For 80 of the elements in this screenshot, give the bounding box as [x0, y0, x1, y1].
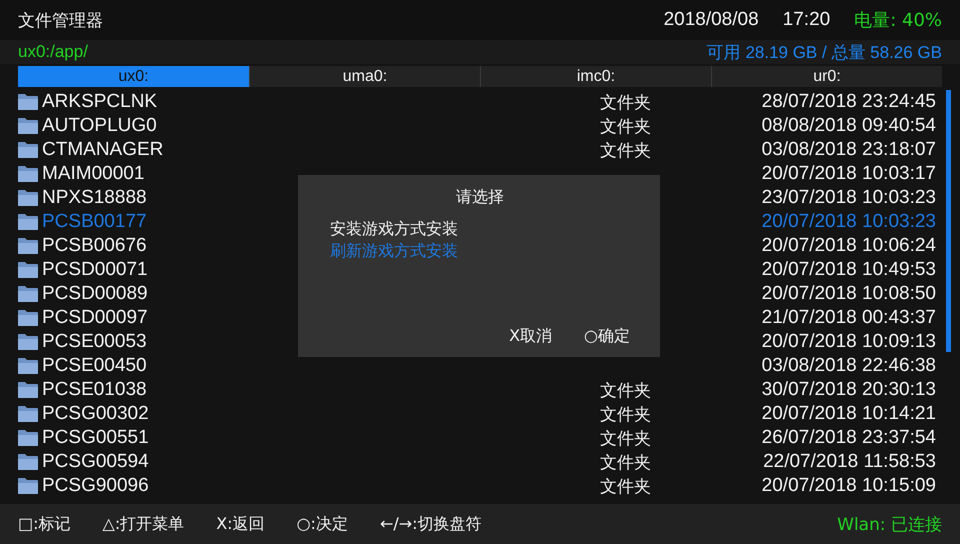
file-date: 21/07/2018 00:43:37 [762, 307, 936, 328]
file-name[interactable]: PCSD00071 [42, 259, 148, 280]
file-name[interactable]: PCSD00089 [42, 283, 148, 304]
folder-icon [18, 358, 38, 374]
dialog-button[interactable]: ○确定 [584, 326, 630, 347]
file-date: 03/08/2018 23:18:07 [762, 139, 936, 160]
file-date: 20/07/2018 10:14:21 [762, 403, 936, 424]
folder-icon [18, 382, 38, 398]
file-name[interactable]: PCSD00097 [42, 307, 148, 328]
battery-text: 电量: 40% [854, 9, 942, 32]
file-date: 03/08/2018 22:46:38 [762, 355, 936, 376]
file-date: 20/07/2018 10:06:24 [762, 235, 936, 256]
file-type: 文件夹 [600, 116, 651, 136]
folder-icon [18, 262, 38, 278]
storage-text: 可用 28.19 GB / 总量 58.26 GB [706, 42, 942, 64]
file-name[interactable]: PCSG00302 [42, 403, 149, 424]
drive-tab[interactable]: ux0: [18, 66, 249, 87]
file-date: 20/07/2018 10:03:17 [762, 163, 936, 184]
date-text: 2018/08/08 [664, 9, 759, 31]
file-name[interactable]: PCSG90096 [42, 475, 149, 496]
file-name[interactable]: PCSE00450 [42, 355, 147, 376]
drive-tab[interactable]: imc0: [480, 66, 711, 87]
dialog-title: 请选择 [455, 187, 505, 208]
folder-icon [18, 310, 38, 326]
file-name[interactable]: MAIM00001 [42, 163, 144, 184]
wlan-status: Wlan: 已连接 [837, 514, 942, 536]
folder-icon [18, 430, 38, 446]
folder-icon [18, 94, 38, 110]
file-date: 20/07/2018 10:08:50 [762, 283, 936, 304]
scrollbar-thumb[interactable] [946, 90, 951, 352]
file-name[interactable]: CTMANAGER [42, 139, 164, 160]
file-name[interactable]: PCSE00053 [42, 331, 147, 352]
folder-icon [18, 142, 38, 158]
path-text: ux0:/app/ [18, 42, 88, 62]
dialog-button[interactable]: X取消 [509, 326, 552, 347]
file-name[interactable]: PCSG00551 [42, 427, 149, 448]
file-name[interactable]: PCSE01038 [42, 379, 147, 400]
file-date: 20/07/2018 10:49:53 [762, 259, 936, 280]
file-name[interactable]: PCSB00177 [42, 211, 147, 232]
file-date: 28/07/2018 23:24:45 [762, 91, 936, 112]
file-date: 20/07/2018 10:09:13 [762, 331, 936, 352]
time-text: 17:20 [782, 9, 830, 31]
folder-icon [18, 238, 38, 254]
file-date: 08/08/2018 09:40:54 [762, 115, 936, 136]
folder-icon [18, 118, 38, 134]
file-name[interactable]: PCSB00676 [42, 235, 147, 256]
file-type: 文件夹 [600, 140, 651, 160]
folder-icon [18, 166, 38, 182]
file-date: 26/07/2018 23:37:54 [762, 427, 936, 448]
file-type: 文件夹 [600, 428, 651, 448]
control-hint: △:打开菜单 [102, 514, 184, 534]
folder-icon [18, 454, 38, 470]
file-type: 文件夹 [600, 380, 651, 400]
file-date: 22/07/2018 11:58:53 [763, 451, 936, 472]
file-name[interactable]: NPXS18888 [42, 187, 147, 208]
control-hint: ○:决定 [296, 514, 348, 534]
control-hint: □:标记 [18, 514, 71, 534]
file-type: 文件夹 [600, 404, 651, 424]
drive-tab[interactable]: uma0: [249, 66, 480, 87]
control-hint: X:返回 [216, 514, 265, 534]
file-date: 20/07/2018 10:15:09 [762, 475, 936, 496]
file-date: 23/07/2018 10:03:23 [762, 187, 936, 208]
folder-icon [18, 406, 38, 422]
file-name[interactable]: AUTOPLUG0 [42, 115, 157, 136]
file-name[interactable]: ARKSPCLNK [42, 91, 158, 112]
file-type: 文件夹 [600, 92, 651, 112]
file-date: 20/07/2018 10:03:23 [762, 211, 936, 232]
folder-icon [18, 190, 38, 206]
folder-icon [18, 478, 38, 494]
file-name[interactable]: PCSG00594 [42, 451, 149, 472]
folder-icon [18, 214, 38, 230]
drive-tab[interactable]: ur0: [711, 66, 942, 87]
file-type: 文件夹 [600, 476, 651, 496]
app-title: 文件管理器 [18, 10, 103, 32]
file-date: 30/07/2018 20:30:13 [762, 379, 936, 400]
control-hint: ←/→:切换盘符 [380, 514, 482, 534]
folder-icon [18, 286, 38, 302]
file-type: 文件夹 [600, 452, 651, 472]
dialog-option[interactable]: 安装游戏方式安装 [330, 218, 458, 240]
folder-icon [18, 334, 38, 350]
